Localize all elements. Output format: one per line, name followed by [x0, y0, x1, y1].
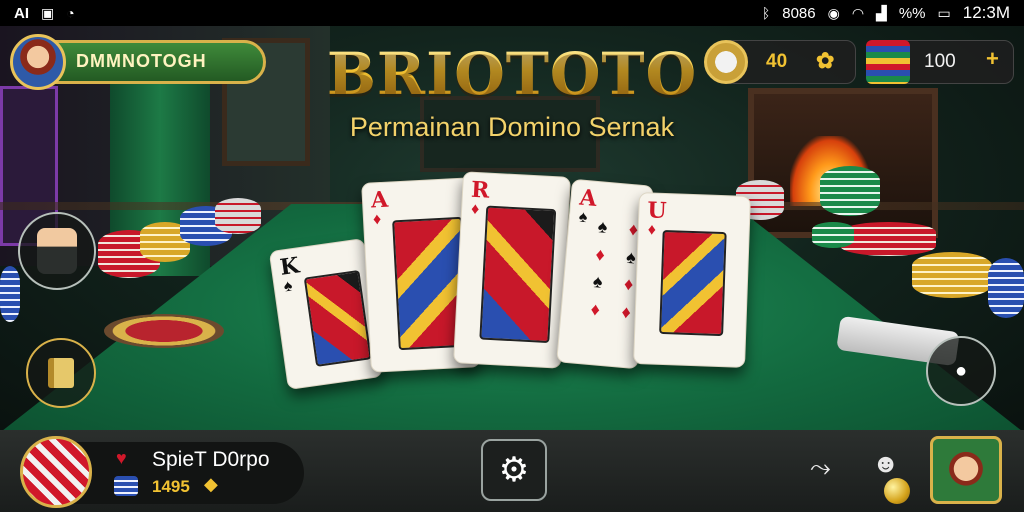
card-suit: ♠	[282, 277, 294, 296]
image-icon: ▣	[41, 4, 55, 21]
card-face-art	[659, 229, 727, 337]
chip-stack	[215, 198, 261, 234]
coin-avatar	[704, 40, 748, 84]
signal-icon: ▟	[876, 4, 887, 21]
coins-count: 40	[766, 51, 788, 72]
card-suit: ♦	[372, 211, 382, 229]
player-avatar[interactable]	[10, 34, 66, 90]
add-coins-icon[interactable]: ✿	[816, 48, 834, 74]
battery-icon: ▭	[937, 4, 951, 21]
chip-stack	[0, 266, 20, 322]
add-chips-button[interactable]: +	[986, 46, 999, 72]
player-seat-button[interactable]	[18, 212, 96, 290]
chip-stack	[812, 222, 854, 248]
chip-stack	[912, 252, 992, 298]
game-subtitle: Permainan Domino Sernak	[349, 112, 675, 142]
chip-stack	[820, 166, 880, 216]
timer-icon: ◔	[66, 5, 75, 21]
chip-icon	[114, 476, 138, 496]
table-plate	[104, 314, 224, 348]
card-rank: A	[370, 186, 389, 214]
wifi-icon: ◠	[851, 4, 865, 21]
status-time: 12:3M	[962, 3, 1010, 22]
friends-icon[interactable]: ☻	[872, 448, 899, 479]
chips-stack-icon	[866, 40, 910, 84]
book-icon	[48, 358, 74, 388]
playing-card[interactable]: R ♦	[453, 171, 571, 369]
card-rank: R	[470, 176, 491, 204]
opponent-avatar[interactable]	[930, 436, 1002, 504]
chat-bubble-icon: ●	[954, 359, 968, 382]
card-rank: U	[646, 197, 668, 225]
profile-avatar[interactable]	[20, 436, 92, 508]
share-icon[interactable]: ⤳	[810, 452, 831, 484]
chat-button[interactable]: ●	[926, 336, 996, 406]
rules-button[interactable]	[26, 338, 96, 408]
player-name: DMMNOTOGH	[76, 51, 207, 71]
status-left-text: AI	[14, 4, 29, 22]
seat-avatar-icon	[37, 228, 77, 274]
chip-stack	[840, 222, 936, 256]
battery-percent: %%	[898, 4, 926, 22]
heart-icon: ♥	[116, 448, 127, 468]
bluetooth-icon: ᛒ	[761, 5, 771, 21]
card-suit: ♦	[647, 221, 657, 239]
coin-ball-icon	[884, 478, 910, 504]
status-clock-text: 8086	[782, 4, 816, 22]
gear-icon: ⚙	[498, 451, 530, 489]
card-face-art	[303, 269, 372, 367]
playing-card[interactable]: U ♦	[633, 192, 751, 368]
diamond-icon: ◆	[204, 474, 218, 494]
chips-count: 100	[924, 51, 956, 72]
profile-name: SpieT D0rpo	[152, 448, 270, 471]
chip-stack	[988, 258, 1024, 318]
settings-button[interactable]: ⚙	[481, 439, 547, 501]
status-bar: AI ▣ ◔ ᛒ 8086 ◉ ◠ ▟ %% ▭ 12:3M	[0, 0, 1024, 26]
alarm-icon: ◉	[827, 4, 840, 21]
card-suit: ♦	[470, 200, 480, 219]
card-rank: K	[278, 252, 301, 281]
profile-coins: 1495	[152, 477, 190, 496]
card-face-art	[479, 205, 557, 344]
